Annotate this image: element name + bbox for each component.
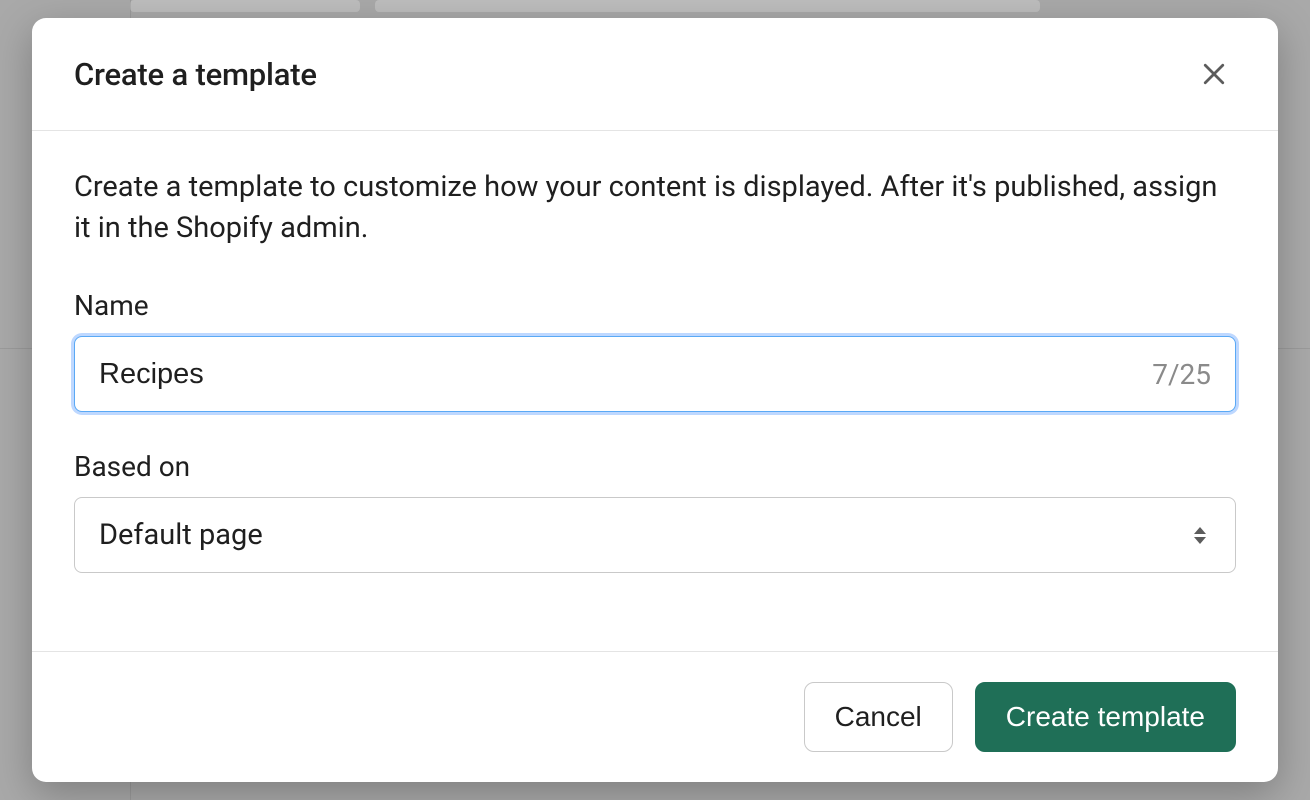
caret-down-icon (1194, 537, 1206, 544)
based-on-field-group: Based on Default page (74, 450, 1236, 573)
close-button[interactable] (1192, 52, 1236, 96)
modal-body: Create a template to customize how your … (32, 131, 1278, 651)
modal-footer: Cancel Create template (32, 651, 1278, 782)
modal-title: Create a template (74, 56, 317, 93)
close-icon (1199, 59, 1229, 89)
name-field-group: Name 7/25 (74, 289, 1236, 412)
modal-header: Create a template (32, 18, 1278, 131)
create-template-modal: Create a template Create a template to c… (32, 18, 1278, 782)
name-input[interactable] (99, 358, 1136, 391)
name-char-count: 7/25 (1152, 358, 1211, 391)
modal-description: Create a template to customize how your … (74, 167, 1236, 249)
background-ghost (130, 0, 360, 12)
based-on-field-label: Based on (74, 450, 1236, 483)
name-field-label: Name (74, 289, 1236, 322)
select-caret-icon (1189, 521, 1211, 549)
based-on-select[interactable]: Default page (74, 497, 1236, 573)
cancel-button[interactable]: Cancel (804, 682, 953, 752)
create-template-button[interactable]: Create template (975, 682, 1236, 752)
caret-up-icon (1194, 527, 1206, 534)
based-on-selected-value: Default page (99, 518, 1189, 552)
name-input-wrap[interactable]: 7/25 (74, 336, 1236, 412)
background-ghost (375, 0, 1040, 12)
